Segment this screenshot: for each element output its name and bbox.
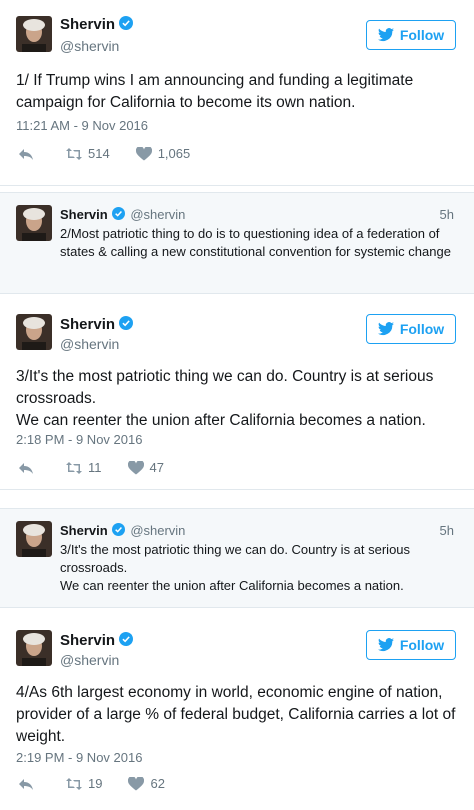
avatar[interactable] — [16, 630, 52, 666]
tweet-text: 3/It's the most patriotic thing we can d… — [60, 541, 454, 595]
reply-icon — [19, 462, 33, 474]
verified-icon — [111, 523, 125, 536]
follow-label: Follow — [399, 637, 445, 653]
display-name[interactable]: Shervin @shervin — [60, 207, 185, 222]
reply-tweet-card[interactable]: Shervin @shervin 5h 2/Most patriotic thi… — [0, 192, 474, 294]
relative-time[interactable]: 5h — [440, 523, 454, 538]
verified-icon — [119, 316, 134, 330]
follow-label: Follow — [399, 321, 445, 337]
heart-icon — [128, 776, 145, 790]
bird-icon — [377, 322, 394, 336]
relative-time[interactable]: 5h — [440, 207, 454, 222]
display-name[interactable]: Shervin @shervin — [60, 523, 185, 538]
verified-icon — [111, 207, 125, 220]
retweet-icon — [66, 777, 82, 790]
display-name-text: Shervin — [60, 207, 108, 222]
retweet-button[interactable]: 514 — [66, 146, 110, 161]
like-count: 1,065 — [157, 146, 191, 161]
reply-icon — [19, 148, 33, 160]
tweet-card: Shervin @shervin Follow 1/ If Trump wins… — [0, 0, 474, 186]
timestamp[interactable]: 11:21 AM - 9 Nov 2016 — [16, 118, 148, 133]
timestamp[interactable]: 2:18 PM - 9 Nov 2016 — [16, 432, 142, 447]
bird-icon — [377, 28, 394, 42]
verified-icon — [119, 16, 134, 30]
follow-button[interactable]: Follow — [366, 630, 456, 660]
verified-icon — [119, 632, 134, 646]
tweet-text-line: 3/It's the most patriotic thing we can d… — [60, 542, 411, 575]
heart-icon — [135, 146, 152, 160]
retweet-icon — [66, 147, 82, 160]
bird-icon — [377, 638, 394, 652]
tweet-text: 2/Most patriotic thing to do is to quest… — [60, 226, 451, 259]
tweet-actions: 514 1,065 — [18, 146, 216, 161]
reply-tweet-card[interactable]: Shervin @shervin 5h 3/It's the most patr… — [0, 508, 474, 608]
tweet-card: Shervin @shervin Follow 3/It's the most … — [0, 300, 474, 490]
like-button[interactable]: 62 — [128, 776, 165, 791]
follow-button[interactable]: Follow — [366, 314, 456, 344]
handle[interactable]: @shervin — [60, 336, 119, 352]
tweet-text-line: We can reenter the union after Californi… — [60, 578, 404, 593]
display-name-text: Shervin — [60, 16, 116, 33]
retweet-count: 19 — [88, 776, 103, 791]
retweet-button[interactable]: 11 — [66, 460, 102, 475]
handle[interactable]: @shervin — [60, 38, 119, 54]
reply-button[interactable] — [18, 461, 40, 475]
like-count: 62 — [150, 776, 165, 791]
heart-icon — [127, 460, 144, 474]
display-name[interactable]: Shervin — [60, 316, 134, 333]
retweet-count: 514 — [88, 146, 110, 161]
avatar[interactable] — [16, 521, 52, 557]
retweet-icon — [66, 461, 82, 474]
reply-button[interactable] — [18, 777, 40, 791]
handle[interactable]: @shervin — [130, 523, 185, 538]
tweet-actions: 19 62 — [18, 776, 191, 791]
tweet-text: 4/As 6th largest economy in world, econo… — [16, 684, 456, 745]
tweet-text: 1/ If Trump wins I am announcing and fun… — [16, 72, 414, 111]
handle[interactable]: @shervin — [60, 652, 119, 668]
tweet-actions: 11 47 — [18, 460, 190, 475]
like-count: 47 — [149, 460, 164, 475]
reply-icon — [19, 778, 33, 790]
avatar[interactable] — [16, 205, 52, 241]
like-button[interactable]: 47 — [127, 460, 164, 475]
handle[interactable]: @shervin — [130, 207, 185, 222]
display-name-text: Shervin — [60, 316, 116, 333]
display-name-text: Shervin — [60, 632, 116, 649]
reply-button[interactable] — [18, 147, 40, 161]
display-name[interactable]: Shervin — [60, 16, 134, 33]
timestamp[interactable]: 2:19 PM - 9 Nov 2016 — [16, 750, 142, 765]
retweet-button[interactable]: 19 — [66, 776, 102, 791]
follow-label: Follow — [399, 27, 445, 43]
like-button[interactable]: 1,065 — [135, 146, 191, 161]
display-name-text: Shervin — [60, 523, 108, 538]
follow-button[interactable]: Follow — [366, 20, 456, 50]
tweet-card: Shervin @shervin Follow 4/As 6th largest… — [0, 616, 474, 810]
avatar[interactable] — [16, 16, 52, 52]
tweet-text-line: 3/It's the most patriotic thing we can d… — [16, 368, 434, 407]
tweet-text: 3/It's the most patriotic thing we can d… — [16, 366, 460, 432]
retweet-count: 11 — [88, 460, 102, 475]
avatar[interactable] — [16, 314, 52, 350]
tweet-text-line: We can reenter the union after Californi… — [16, 412, 426, 429]
display-name[interactable]: Shervin — [60, 632, 134, 649]
